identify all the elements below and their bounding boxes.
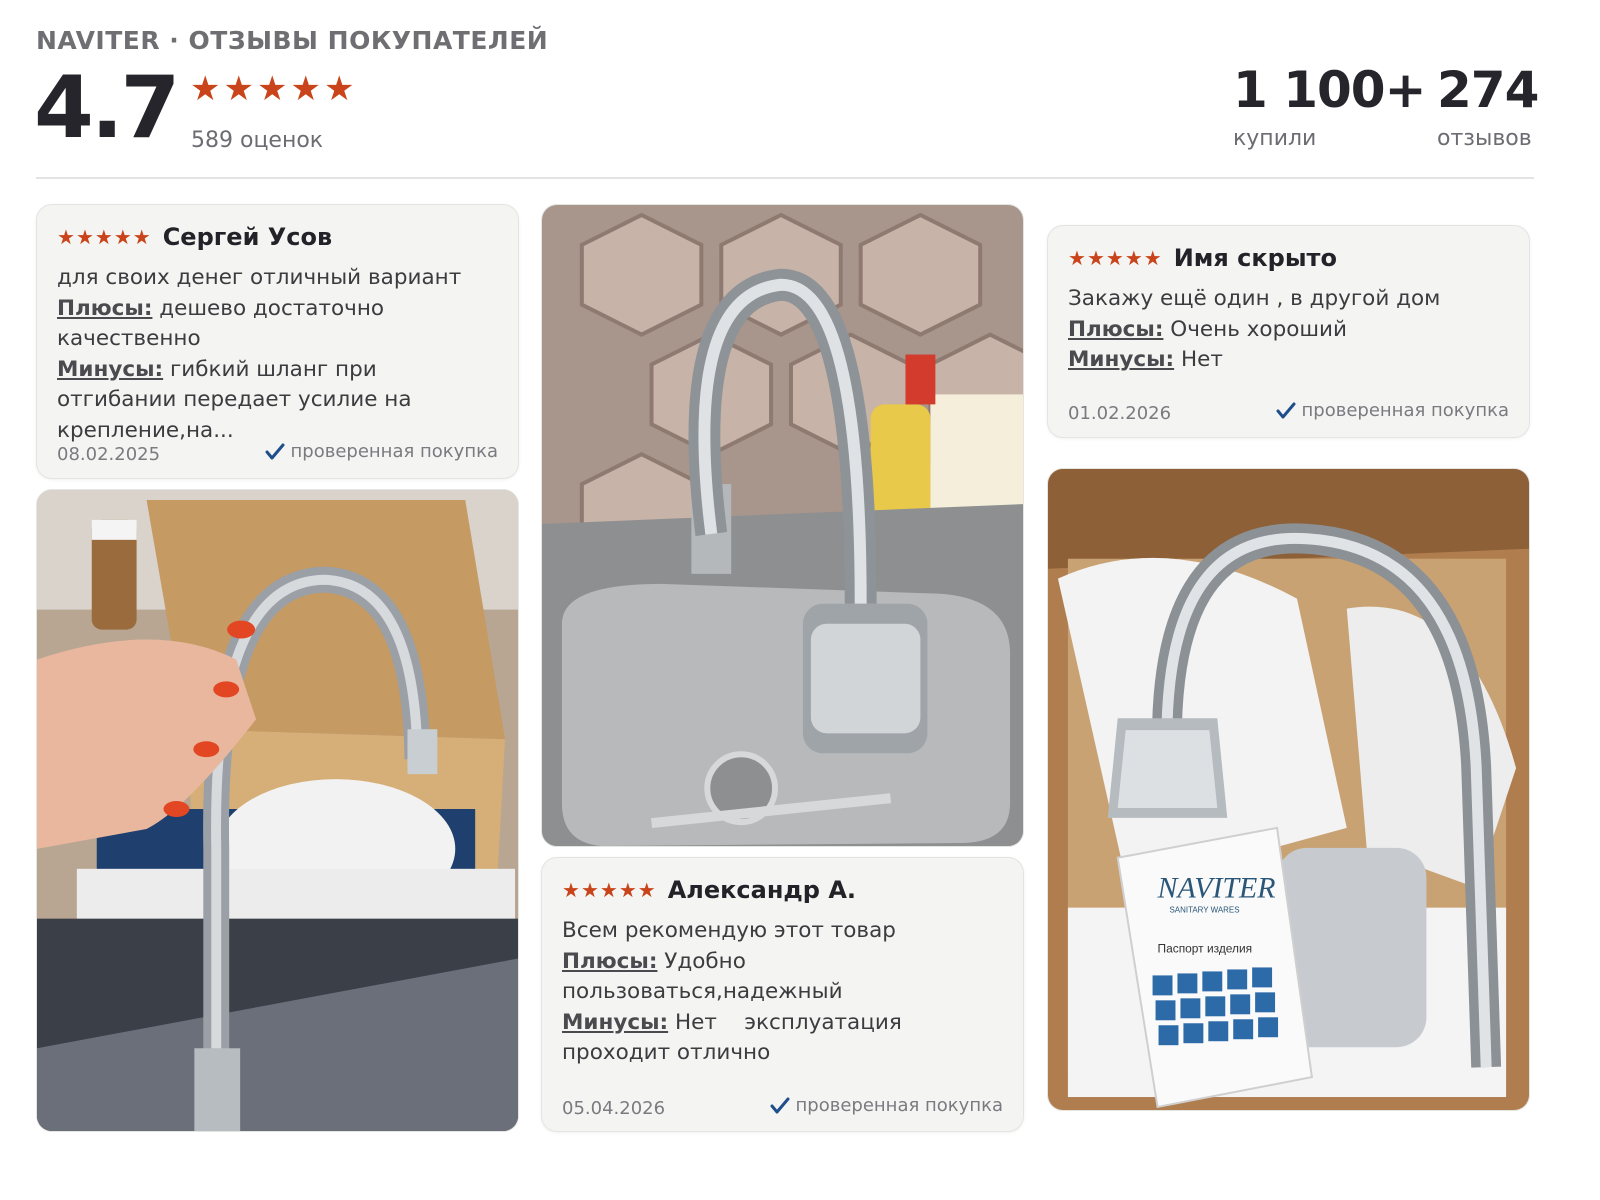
review-author: Александр А. bbox=[667, 876, 857, 904]
review-author: Сергей Усов bbox=[162, 223, 333, 251]
star-icon: ★ bbox=[75, 225, 94, 249]
review-photo[interactable]: NAVITER SANITARY WARES Паспорт изделия bbox=[1047, 468, 1530, 1111]
star-icon: ★ bbox=[132, 225, 151, 249]
ratings-count: 589 оценок bbox=[191, 128, 324, 153]
verified-label: проверенная покупка bbox=[795, 1095, 1003, 1116]
star-icon: ★ bbox=[1105, 246, 1124, 270]
check-icon bbox=[770, 1097, 790, 1113]
verified-badge: проверенная покупка bbox=[770, 1095, 1003, 1116]
verified-badge: проверенная покупка bbox=[1276, 400, 1509, 421]
star-icon: ★ bbox=[323, 69, 355, 109]
star-icon: ★ bbox=[1068, 246, 1086, 270]
star-icon: ★ bbox=[562, 878, 580, 902]
verified-badge: проверенная покупка bbox=[265, 441, 498, 462]
review-stars: ★ ★ ★ ★ ★ bbox=[1068, 247, 1162, 269]
check-icon bbox=[1276, 402, 1296, 418]
bought-stat: 1 100+ купили bbox=[1233, 60, 1426, 151]
average-rating: 4.7 bbox=[34, 58, 180, 158]
review-date: 05.04.2026 bbox=[562, 1098, 666, 1119]
review-body: Закажу ещё один , в другой дом Плюсы: Оч… bbox=[1068, 284, 1511, 376]
review-stars: ★ ★ ★ ★ ★ bbox=[562, 879, 656, 901]
box-logo: NAVITER bbox=[1157, 872, 1276, 905]
star-icon: ★ bbox=[94, 225, 113, 249]
star-icon: ★ bbox=[599, 878, 618, 902]
review-date: 08.02.2025 bbox=[57, 444, 161, 465]
faucet-box-photo: NAVITER SANITARY WARES Паспорт изделия bbox=[1048, 469, 1529, 1110]
star-icon: ★ bbox=[1124, 246, 1143, 270]
check-icon bbox=[265, 443, 285, 459]
star-icon: ★ bbox=[1086, 246, 1105, 270]
cons-label: Минусы: bbox=[562, 1009, 669, 1035]
reviews-stat: 274 отзывов bbox=[1437, 60, 1539, 151]
pros-label: Плюсы: bbox=[1068, 316, 1164, 342]
review-card[interactable]: ★ ★ ★ ★ ★ Имя скрыто Закажу ещё один , в… bbox=[1047, 225, 1530, 438]
cons-label: Минусы: bbox=[57, 356, 164, 382]
star-icon: ★ bbox=[1143, 246, 1162, 270]
header-divider bbox=[36, 177, 1534, 179]
review-photo[interactable] bbox=[541, 204, 1024, 847]
faucet-sink-photo bbox=[542, 205, 1023, 846]
cons-text: Нет bbox=[1180, 347, 1223, 372]
review-text: Закажу ещё один , в другой дом bbox=[1068, 286, 1441, 311]
bought-value: 1 100+ bbox=[1233, 61, 1426, 119]
star-icon: ★ bbox=[637, 878, 656, 902]
review-date: 01.02.2026 bbox=[1068, 403, 1172, 424]
star-icon: ★ bbox=[290, 69, 321, 109]
brand-heading: NAVITER · ОТЗЫВЫ ПОКУПАТЕЛЕЙ bbox=[36, 26, 549, 55]
star-icon: ★ bbox=[57, 225, 75, 249]
star-icon: ★ bbox=[256, 69, 288, 109]
review-body: Всем рекомендую этот товар Плюсы: Удобно… bbox=[562, 916, 1005, 1069]
pros-label: Плюсы: bbox=[57, 295, 153, 321]
review-stars: ★ ★ ★ ★ ★ bbox=[57, 226, 151, 248]
review-card[interactable]: ★ ★ ★ ★ ★ Сергей Усов для своих денег от… bbox=[36, 204, 519, 479]
review-photo[interactable] bbox=[36, 489, 519, 1132]
bought-label: купили bbox=[1233, 126, 1317, 151]
review-text: для своих денег отличный вариант bbox=[57, 265, 462, 290]
star-icon: ★ bbox=[618, 878, 637, 902]
star-icon: ★ bbox=[223, 69, 254, 109]
verified-label: проверенная покупка bbox=[290, 441, 498, 462]
review-card[interactable]: ★ ★ ★ ★ ★ Александр А. Всем рекомендую э… bbox=[541, 857, 1024, 1132]
star-icon: ★ bbox=[190, 69, 221, 109]
cons-label: Минусы: bbox=[1068, 347, 1175, 372]
reviews-value: 274 bbox=[1437, 61, 1539, 119]
pros-text: Очень хороший bbox=[1170, 316, 1347, 342]
rating-stars: ★ ★ ★ ★ ★ bbox=[190, 70, 354, 108]
verified-label: проверенная покупка bbox=[1301, 400, 1509, 421]
faucet-hand-photo bbox=[37, 490, 518, 1131]
pros-label: Плюсы: bbox=[562, 948, 658, 974]
box-passport: Паспорт изделия bbox=[1158, 941, 1253, 955]
reviews-label: отзывов bbox=[1437, 126, 1532, 151]
star-icon: ★ bbox=[113, 225, 132, 249]
box-subtext: SANITARY WARES bbox=[1169, 906, 1239, 915]
review-body: для своих денег отличный вариант Плюсы: … bbox=[57, 263, 500, 446]
review-text: Всем рекомендую этот товар bbox=[562, 918, 896, 943]
star-icon: ★ bbox=[580, 878, 599, 902]
review-author: Имя скрыто bbox=[1173, 244, 1337, 272]
